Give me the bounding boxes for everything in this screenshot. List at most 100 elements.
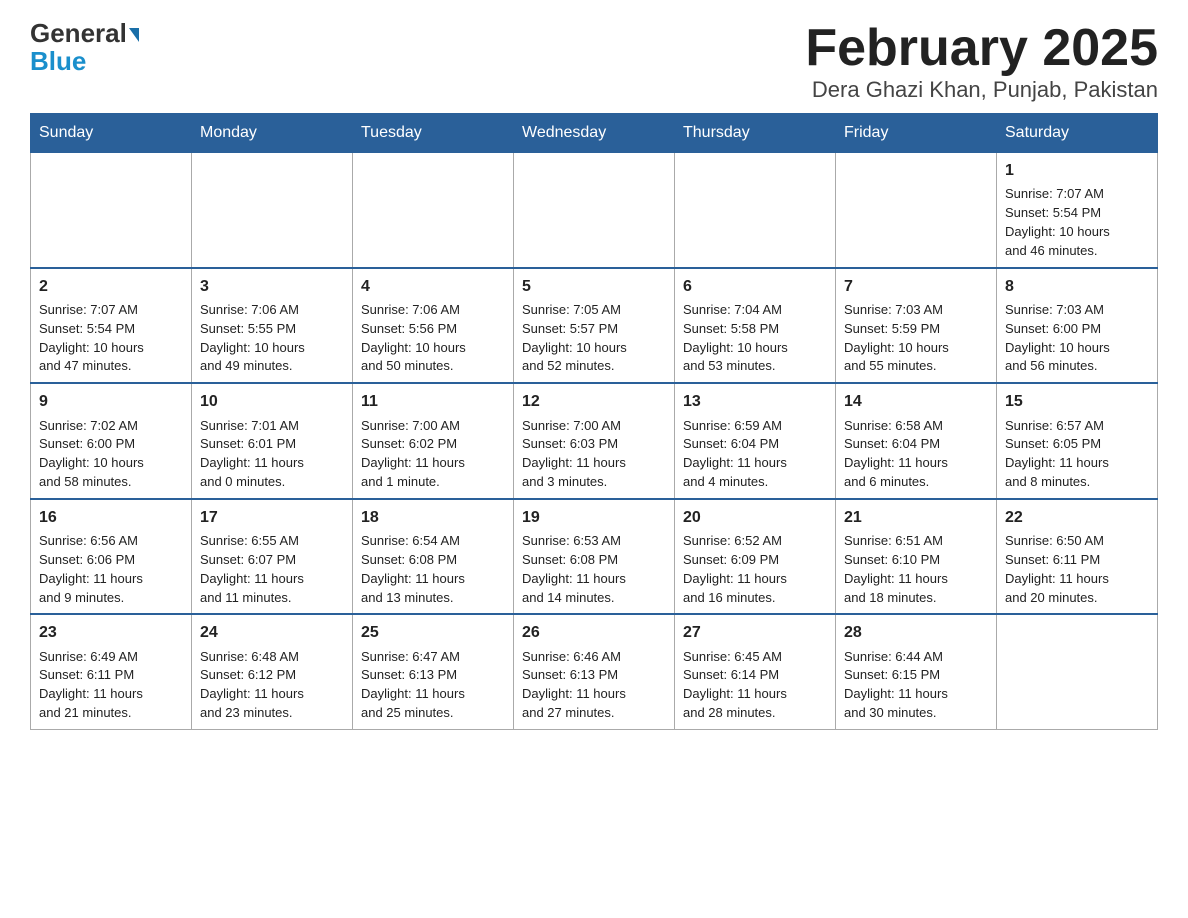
day-info: Sunrise: 7:05 AM <box>522 301 666 320</box>
day-number: 28 <box>844 621 988 644</box>
day-info: Daylight: 11 hours <box>683 570 827 589</box>
day-number: 27 <box>683 621 827 644</box>
day-info: Daylight: 11 hours <box>522 454 666 473</box>
calendar-cell: 8Sunrise: 7:03 AMSunset: 6:00 PMDaylight… <box>997 268 1158 384</box>
day-number: 25 <box>361 621 505 644</box>
calendar-cell: 3Sunrise: 7:06 AMSunset: 5:55 PMDaylight… <box>192 268 353 384</box>
day-info: and 23 minutes. <box>200 704 344 723</box>
calendar-cell: 27 Sunrise: 6:45 AMSunset: 6:14 PMDayligh… <box>675 614 836 729</box>
page-header: General Blue February 2025 Dera Ghazi Kh… <box>30 20 1158 103</box>
day-info: Sunset: 6:00 PM <box>39 435 183 454</box>
calendar-cell: 5Sunrise: 7:05 AMSunset: 5:57 PMDaylight… <box>514 268 675 384</box>
day-info: and 9 minutes. <box>39 589 183 608</box>
day-info: Sunrise: 6:57 AM <box>1005 417 1149 436</box>
calendar-cell: 4Sunrise: 7:06 AMSunset: 5:56 PMDaylight… <box>353 268 514 384</box>
day-info: Sunset: 6:10 PM <box>844 551 988 570</box>
day-number: 26 <box>522 621 666 644</box>
calendar-cell <box>353 153 514 268</box>
day-info: Daylight: 11 hours <box>683 454 827 473</box>
day-info: Daylight: 10 hours <box>522 339 666 358</box>
day-headers-row: SundayMondayTuesdayWednesdayThursdayFrid… <box>31 114 1158 153</box>
day-header-thursday: Thursday <box>675 114 836 153</box>
day-number: 3 <box>200 275 344 298</box>
day-number: 14 <box>844 390 988 413</box>
calendar-cell: 26Sunrise: 6:46 AMSunset: 6:13 PMDayligh… <box>514 614 675 729</box>
day-number: 18 <box>361 506 505 529</box>
day-info: Sunset: 5:58 PM <box>683 320 827 339</box>
day-info: Daylight: 10 hours <box>200 339 344 358</box>
day-info: Daylight: 10 hours <box>844 339 988 358</box>
day-info: and 16 minutes. <box>683 589 827 608</box>
day-info: Sunrise: 7:06 AM <box>361 301 505 320</box>
day-info: and 18 minutes. <box>844 589 988 608</box>
day-info: Daylight: 11 hours <box>200 570 344 589</box>
day-info: and 8 minutes. <box>1005 473 1149 492</box>
day-info: Sunrise: 7:02 AM <box>39 417 183 436</box>
day-info: Sunset: 6:12 PM <box>200 666 344 685</box>
calendar-cell: 6Sunrise: 7:04 AMSunset: 5:58 PMDaylight… <box>675 268 836 384</box>
day-info: Sunrise: 6:59 AM <box>683 417 827 436</box>
day-info: and 4 minutes. <box>683 473 827 492</box>
day-info: Daylight: 11 hours <box>844 454 988 473</box>
calendar-cell: 23Sunrise: 6:49 AMSunset: 6:11 PMDayligh… <box>31 614 192 729</box>
calendar-cell <box>997 614 1158 729</box>
day-info: Sunrise: 7:06 AM <box>200 301 344 320</box>
day-number: 12 <box>522 390 666 413</box>
day-number: 1 <box>1005 159 1149 182</box>
calendar-cell <box>514 153 675 268</box>
calendar-table: SundayMondayTuesdayWednesdayThursdayFrid… <box>30 113 1158 730</box>
calendar-cell: 15Sunrise: 6:57 AMSunset: 6:05 PMDayligh… <box>997 383 1158 499</box>
day-info: Daylight: 10 hours <box>39 339 183 358</box>
day-info: Sunrise: 7:00 AM <box>522 417 666 436</box>
calendar-cell: 9Sunrise: 7:02 AMSunset: 6:00 PMDaylight… <box>31 383 192 499</box>
day-info: Sunrise: 6:48 AM <box>200 648 344 667</box>
calendar-cell: 28Sunrise: 6:44 AMSunset: 6:15 PMDayligh… <box>836 614 997 729</box>
day-info: and 55 minutes. <box>844 357 988 376</box>
day-info: and 3 minutes. <box>522 473 666 492</box>
day-number: 24 <box>200 621 344 644</box>
calendar-header: SundayMondayTuesdayWednesdayThursdayFrid… <box>31 114 1158 153</box>
day-header-tuesday: Tuesday <box>353 114 514 153</box>
day-info: Sunrise: 6:55 AM <box>200 532 344 551</box>
day-info: Sunset: 6:04 PM <box>683 435 827 454</box>
day-info: Sunset: 6:08 PM <box>361 551 505 570</box>
day-info: Sunrise: 7:07 AM <box>1005 185 1149 204</box>
day-info: and 0 minutes. <box>200 473 344 492</box>
calendar-cell <box>836 153 997 268</box>
day-info: Daylight: 11 hours <box>683 685 827 704</box>
day-info: Sunset: 6:05 PM <box>1005 435 1149 454</box>
day-info: Daylight: 10 hours <box>683 339 827 358</box>
day-info: Sunrise: 7:01 AM <box>200 417 344 436</box>
day-number: 5 <box>522 275 666 298</box>
day-info: Sunset: 5:56 PM <box>361 320 505 339</box>
day-info: and 25 minutes. <box>361 704 505 723</box>
day-number: 17 <box>200 506 344 529</box>
day-info: Sunset: 6:08 PM <box>522 551 666 570</box>
day-info: Sunrise: 7:00 AM <box>361 417 505 436</box>
calendar-week-2: 2Sunrise: 7:07 AMSunset: 5:54 PMDaylight… <box>31 268 1158 384</box>
day-info: and 53 minutes. <box>683 357 827 376</box>
page-subtitle: Dera Ghazi Khan, Punjab, Pakistan <box>805 77 1158 103</box>
day-number: 9 <box>39 390 183 413</box>
logo-blue: Blue <box>30 48 86 74</box>
day-info: Daylight: 11 hours <box>522 685 666 704</box>
calendar-cell: 16Sunrise: 6:56 AMSunset: 6:06 PMDayligh… <box>31 499 192 615</box>
day-info: Sunrise: 7:03 AM <box>844 301 988 320</box>
day-info: Sunset: 6:11 PM <box>1005 551 1149 570</box>
day-info: Sunset: 6:14 PM <box>683 666 827 685</box>
day-info: Sunrise: 6:45 AM <box>683 648 827 667</box>
day-info: Daylight: 11 hours <box>361 685 505 704</box>
day-header-friday: Friday <box>836 114 997 153</box>
day-info: Daylight: 11 hours <box>844 685 988 704</box>
calendar-cell <box>192 153 353 268</box>
day-info: Sunset: 6:06 PM <box>39 551 183 570</box>
day-info: and 47 minutes. <box>39 357 183 376</box>
day-info: Sunrise: 6:53 AM <box>522 532 666 551</box>
day-info: Sunrise: 7:07 AM <box>39 301 183 320</box>
calendar-cell: 2Sunrise: 7:07 AMSunset: 5:54 PMDaylight… <box>31 268 192 384</box>
logo-arrow-icon <box>129 28 139 42</box>
calendar-cell: 20Sunrise: 6:52 AMSunset: 6:09 PMDayligh… <box>675 499 836 615</box>
day-info: Sunrise: 6:58 AM <box>844 417 988 436</box>
day-info: Sunset: 6:07 PM <box>200 551 344 570</box>
day-number: 22 <box>1005 506 1149 529</box>
